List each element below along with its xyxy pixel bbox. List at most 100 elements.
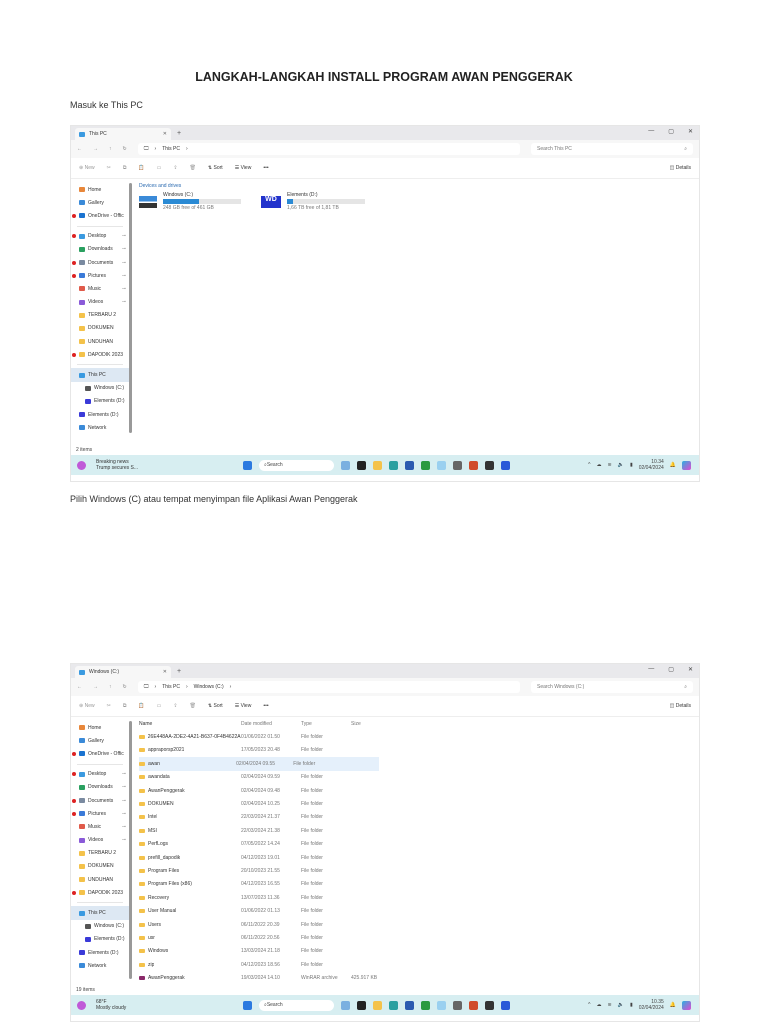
back-button[interactable]: ← xyxy=(77,684,82,690)
widget-icon[interactable] xyxy=(341,1000,350,1010)
store-icon[interactable] xyxy=(405,1000,414,1010)
share-icon[interactable]: ⇪ xyxy=(173,165,177,171)
search-input[interactable]: Search Windows (C:) ⌕ xyxy=(531,681,693,693)
file-row[interactable]: Windows 13/03/2024 21.18 File folder xyxy=(139,945,699,958)
details-button[interactable]: ◫ Details xyxy=(670,165,691,171)
sidebar-item-music[interactable]: Music ⊸ xyxy=(71,282,129,295)
onedrive-icon[interactable]: ☁ xyxy=(597,462,602,468)
sidebar-item-elements-d-[interactable]: Elements (D:) xyxy=(71,395,129,408)
copilot-icon[interactable] xyxy=(682,1000,691,1010)
chevron-up-icon[interactable]: ^ xyxy=(588,462,590,468)
file-row[interactable]: AwanPenggerak 02/04/2024 09.48 File folder xyxy=(139,784,699,797)
sidebar-item-windows-c-[interactable]: Windows (C:) xyxy=(71,382,129,395)
minimize-button[interactable]: — xyxy=(648,128,654,135)
sidebar-item-terbaru-2[interactable]: TERBARU 2 xyxy=(71,847,129,860)
sidebar-item-unduhan[interactable]: UNDUHAN xyxy=(71,335,129,348)
file-row[interactable]: User Manual 01/06/2022 01.13 File folder xyxy=(139,904,699,917)
file-explorer-icon[interactable] xyxy=(373,1000,382,1010)
file-row[interactable]: usr 06/11/2022 20.56 File folder xyxy=(139,931,699,944)
maximize-button[interactable]: ▢ xyxy=(668,128,674,135)
clock[interactable]: 10.35 02/04/2024 xyxy=(639,999,664,1011)
up-button[interactable]: ↑ xyxy=(109,684,112,690)
more-button[interactable]: ••• xyxy=(263,165,268,171)
taskbar-search[interactable]: ⌕ Search xyxy=(259,459,334,471)
widget-icon[interactable] xyxy=(341,460,350,470)
onedrive-icon[interactable]: ☁ xyxy=(597,1002,602,1008)
minimize-button[interactable]: — xyxy=(648,666,654,673)
edge-icon[interactable] xyxy=(389,1000,398,1010)
tab-windows-c[interactable]: Windows (C:) ✕ xyxy=(75,666,171,678)
delete-icon[interactable]: 🗑 xyxy=(190,703,196,709)
weather-news-icon[interactable] xyxy=(77,1000,86,1010)
wifi-icon[interactable]: ≋ xyxy=(608,1002,612,1008)
up-button[interactable]: ↑ xyxy=(109,146,112,152)
sidebar-item-downloads[interactable]: Downloads ⊸ xyxy=(71,243,129,256)
file-row[interactable]: prefill_dapodik 04/12/2023 19.01 File fold… xyxy=(139,851,699,864)
notification-icon[interactable]: 🔔 xyxy=(670,1002,676,1008)
column-header-size[interactable]: Size xyxy=(351,721,391,727)
sidebar-item-network[interactable]: Network xyxy=(71,421,129,434)
file-row[interactable]: awan 02/04/2024 09.55 File folder xyxy=(139,757,379,771)
cut-icon[interactable]: ✂ xyxy=(107,703,111,709)
file-row[interactable]: MSI 22/03/2024 21.38 File folder xyxy=(139,824,699,837)
more-button[interactable]: ••• xyxy=(263,703,268,709)
file-row[interactable]: AwanPenggerak 19/03/2024 14.10 WinRAR arch… xyxy=(139,971,699,984)
sidebar-item-elements-d-[interactable]: Elements (D:) xyxy=(71,946,129,959)
new-tab-button[interactable]: + xyxy=(177,668,181,675)
address-bar[interactable]: 🖵 › This PC › xyxy=(137,143,520,155)
xbox-icon[interactable] xyxy=(421,1000,430,1010)
close-tab-icon[interactable]: ✕ xyxy=(163,669,167,675)
view-button[interactable]: ☰ View xyxy=(235,165,252,171)
file-row[interactable]: Program Files 20/10/2023 21.55 File folder xyxy=(139,864,699,877)
sidebar-item-home[interactable]: Home xyxy=(71,183,129,196)
paste-icon[interactable]: 📋 xyxy=(138,165,144,171)
sidebar-item-pictures[interactable]: Pictures ⊸ xyxy=(71,269,129,282)
clock[interactable]: 10.34 02/04/2024 xyxy=(639,459,664,471)
sidebar-item-desktop[interactable]: Desktop ⊸ xyxy=(71,768,129,781)
task-view-icon[interactable] xyxy=(357,1000,366,1010)
forward-button[interactable]: → xyxy=(93,684,98,690)
sidebar-item-elements-d-[interactable]: Elements (D:) xyxy=(71,408,129,421)
file-row[interactable]: 26E448AA-2DE2-4A21-B637-0F4B4622A... 01/0… xyxy=(139,730,699,743)
photos-icon[interactable] xyxy=(437,460,446,470)
view-button[interactable]: ☰ View xyxy=(235,703,252,709)
camera-icon[interactable] xyxy=(453,1000,462,1010)
start-button[interactable] xyxy=(243,1000,252,1010)
column-header-name[interactable]: Name xyxy=(139,721,241,727)
paste-icon[interactable]: 📋 xyxy=(138,703,144,709)
volume-icon[interactable]: 🔈 xyxy=(618,1002,624,1008)
breadcrumb-0[interactable]: This PC xyxy=(162,146,180,152)
back-button[interactable]: ← xyxy=(77,146,82,152)
news-widget[interactable]: Breaking news Trump secures S... xyxy=(96,459,138,471)
sort-button[interactable]: ⇅ Sort xyxy=(208,703,223,709)
sidebar-item-dokumen[interactable]: DOKUMEN xyxy=(71,860,129,873)
taskbar-search[interactable]: ⌕ Search xyxy=(259,999,334,1011)
volume-icon[interactable]: 🔈 xyxy=(618,462,624,468)
copy-icon[interactable]: ⧉ xyxy=(123,703,127,709)
refresh-button[interactable]: ↻ xyxy=(123,684,127,690)
wifi-icon[interactable]: ≋ xyxy=(608,462,612,468)
sidebar-item-home[interactable]: Home xyxy=(71,721,129,734)
powerpoint-icon[interactable] xyxy=(469,1000,478,1010)
terminal-icon[interactable] xyxy=(485,460,494,470)
news-widget[interactable]: 68°F Mostly cloudy xyxy=(96,999,126,1011)
file-row[interactable]: appraporsp2021 17/05/2023 20.48 File folde… xyxy=(139,744,699,757)
drive-item[interactable]: Windows (C:) 248 GB free of 461 GB xyxy=(139,192,241,211)
copilot-icon[interactable] xyxy=(682,460,691,470)
close-tab-icon[interactable]: ✕ xyxy=(163,131,167,137)
weather-news-icon[interactable] xyxy=(77,460,86,470)
file-row[interactable]: PerfLogs 07/05/2022 14.24 File folder xyxy=(139,838,699,851)
maximize-button[interactable]: ▢ xyxy=(668,666,674,673)
sidebar-item-dapodik-2023[interactable]: DAPODIK 2023 xyxy=(71,348,129,361)
sidebar-item-documents[interactable]: Documents ⊸ xyxy=(71,794,129,807)
xbox-icon[interactable] xyxy=(421,460,430,470)
details-button[interactable]: ◫ Details xyxy=(670,703,691,709)
sidebar-item-videos[interactable]: Videos ⊸ xyxy=(71,296,129,309)
sidebar-item-gallery[interactable]: Gallery xyxy=(71,196,129,209)
file-explorer-icon[interactable] xyxy=(373,460,382,470)
sidebar-item-terbaru-2[interactable]: TERBARU 2 xyxy=(71,309,129,322)
sidebar-item-unduhan[interactable]: UNDUHAN xyxy=(71,873,129,886)
tab-this-pc[interactable]: This PC ✕ xyxy=(75,128,171,140)
refresh-button[interactable]: ↻ xyxy=(123,146,127,152)
sidebar-item-onedrive-offic[interactable]: OneDrive - Offic xyxy=(71,747,129,760)
